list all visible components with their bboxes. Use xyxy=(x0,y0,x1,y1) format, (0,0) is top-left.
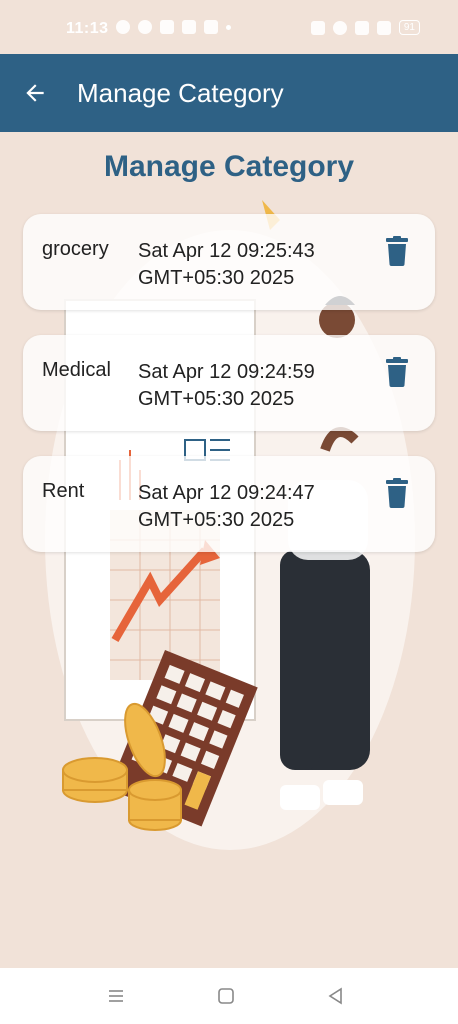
category-date: Sat Apr 12 09:24:47 GMT+05:30 2025 xyxy=(138,482,315,531)
arrow-left-icon[interactable] xyxy=(22,80,48,106)
category-card[interactable]: grocery Sat Apr 12 09:25:43 GMT+05:30 20… xyxy=(23,214,435,310)
category-card[interactable]: Rent Sat Apr 12 09:24:47 GMT+05:30 2025 xyxy=(23,456,435,552)
category-date: Sat Apr 12 09:24:59 GMT+05:30 2025 xyxy=(138,361,315,410)
status-right-icons: 91 xyxy=(310,20,420,35)
wifi-icon xyxy=(332,20,347,35)
sim-icon xyxy=(160,20,174,34)
trash-icon[interactable] xyxy=(385,357,409,387)
category-list: grocery Sat Apr 12 09:25:43 GMT+05:30 20… xyxy=(23,214,435,577)
chat-bubble-icon xyxy=(116,20,130,34)
page-heading: Manage Category xyxy=(103,150,355,183)
menu-icon[interactable] xyxy=(106,986,126,1006)
category-name: Medical xyxy=(42,359,111,381)
status-left-icons xyxy=(116,20,231,34)
system-nav-bar xyxy=(0,968,458,1024)
dot-icon xyxy=(226,24,231,30)
infinity-app-icon xyxy=(138,20,152,34)
home-square-icon[interactable] xyxy=(216,986,236,1006)
trash-icon[interactable] xyxy=(385,478,409,508)
youtube-icon xyxy=(182,20,196,34)
calendar-icon xyxy=(204,20,218,34)
app-bar-title: Manage Category xyxy=(77,78,284,108)
category-name: grocery xyxy=(42,238,109,260)
back-triangle-icon[interactable] xyxy=(326,986,346,1006)
trash-icon[interactable] xyxy=(385,236,409,266)
vibrate-icon xyxy=(310,20,325,35)
app-bar: Manage Category xyxy=(0,54,458,132)
battery-icon: 91 xyxy=(398,20,420,35)
call-wifi-icon xyxy=(354,20,369,35)
category-date: Sat Apr 12 09:25:43 GMT+05:30 2025 xyxy=(138,240,315,289)
battery-level: 91 xyxy=(403,22,415,33)
status-time: 11:13 xyxy=(66,20,109,37)
category-name: Rent xyxy=(42,480,85,502)
category-card[interactable]: Medical Sat Apr 12 09:24:59 GMT+05:30 20… xyxy=(23,335,435,431)
status-bar: 11:13 91 xyxy=(0,0,458,54)
signal-icon xyxy=(376,20,391,35)
